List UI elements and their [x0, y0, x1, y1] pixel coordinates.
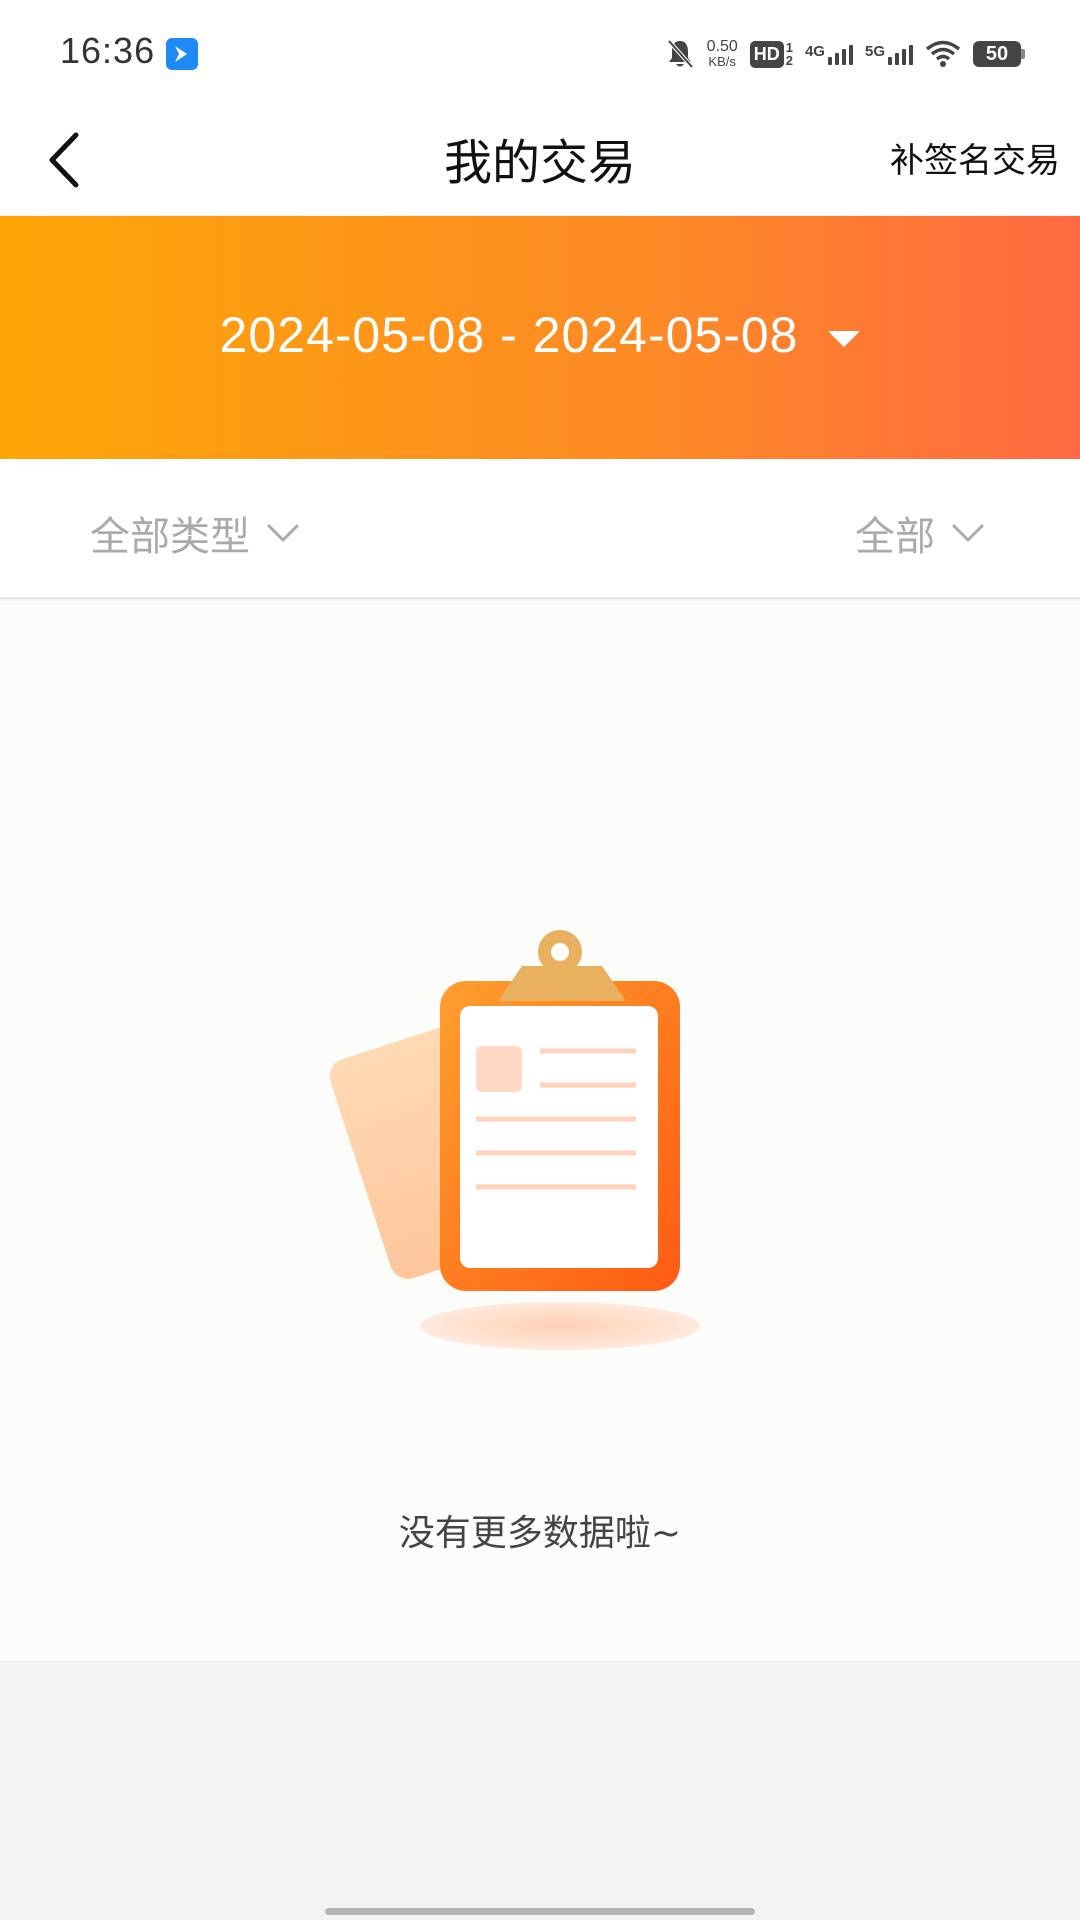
- clipboard-icon: [329, 930, 700, 1350]
- status-filter-dropdown[interactable]: 全部: [855, 504, 985, 562]
- hd-label: HD: [749, 40, 784, 68]
- type-filter-dropdown[interactable]: 全部类型: [90, 504, 300, 562]
- net-speed-value: 0.50: [706, 38, 738, 55]
- chevron-down-icon: [267, 524, 299, 542]
- app-icon: [166, 38, 198, 70]
- battery-level: 50: [973, 41, 1021, 67]
- signal-icon-2: 5G: [865, 43, 913, 65]
- date-range-picker[interactable]: 2024-05-08 - 2024-05-08: [0, 306, 1080, 364]
- wifi-icon: [925, 40, 961, 67]
- home-indicator[interactable]: [325, 1908, 755, 1915]
- date-banner: 2024-05-08 - 2024-05-08: [0, 216, 1080, 459]
- hd-sub-bottom: 2: [785, 53, 793, 68]
- nav-bar: 我的交易 补签名交易: [0, 105, 1080, 215]
- type-filter-label: 全部类型: [90, 514, 250, 560]
- transaction-list-empty: 没有更多数据啦~: [0, 601, 1080, 1661]
- supplement-signature-button[interactable]: 补签名交易: [890, 133, 1060, 182]
- status-time: 16:36: [60, 30, 156, 71]
- net2-label: 5G: [864, 43, 885, 60]
- date-range-text: 2024-05-08 - 2024-05-08: [219, 307, 799, 363]
- hd-indicator: HD 1 2: [749, 40, 793, 68]
- battery-icon: 50: [973, 41, 1025, 67]
- empty-message: 没有更多数据啦~: [398, 1513, 682, 1554]
- caret-down-icon: [828, 331, 861, 347]
- net-speed-unit: KB/s: [708, 54, 736, 69]
- filter-bar: 全部类型 全部: [0, 459, 1080, 599]
- status-filter-label: 全部: [855, 514, 935, 560]
- net1-label: 4G: [804, 43, 825, 60]
- net-speed: 0.50 KB/s: [706, 38, 738, 70]
- status-bar: 16:36 0.50 KB/s HD 1 2 4G 5G 50: [0, 0, 1080, 105]
- signal-icon: 4G: [805, 43, 853, 65]
- chevron-down-icon: [952, 524, 984, 542]
- status-icons: 0.50 KB/s HD 1 2 4G 5G 50: [665, 30, 1025, 78]
- mute-bell-icon: [667, 39, 694, 69]
